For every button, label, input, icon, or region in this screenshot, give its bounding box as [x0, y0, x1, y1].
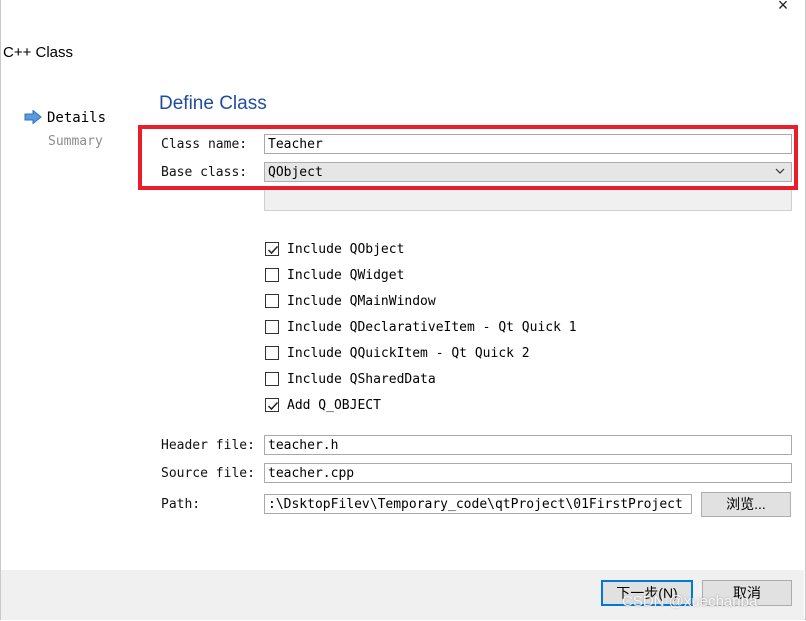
option-row[interactable]: Include QDeclarativeItem - Qt Quick 1 — [265, 318, 577, 336]
checkbox[interactable] — [265, 268, 279, 282]
option-label: Include QQuickItem - Qt Quick 2 — [287, 345, 530, 361]
source-file-label: Source file: — [161, 466, 255, 481]
checkbox[interactable] — [265, 346, 279, 360]
option-row[interactable]: Add Q_OBJECT — [265, 396, 381, 414]
checkbox[interactable] — [265, 372, 279, 386]
page-title: Define Class — [159, 93, 267, 114]
class-name-input[interactable]: Teacher — [264, 134, 792, 154]
step-details: Details — [47, 110, 107, 126]
source-file-input[interactable]: teacher.cpp — [264, 463, 792, 483]
close-icon[interactable]: × — [768, 0, 798, 14]
checkmark-icon — [267, 401, 279, 411]
watermark: CSDN @xuechanba — [622, 593, 758, 610]
option-label: Include QObject — [287, 241, 405, 257]
checkbox[interactable] — [265, 242, 279, 256]
step-summary: Summary — [48, 134, 103, 149]
chevron-down-icon — [775, 168, 785, 174]
base-class-value: QObject — [268, 165, 323, 180]
option-label: Include QDeclarativeItem - Qt Quick 1 — [287, 319, 577, 335]
option-row[interactable]: Include QSharedData — [265, 370, 436, 388]
checkbox[interactable] — [265, 294, 279, 308]
option-label: Add Q_OBJECT — [287, 397, 381, 413]
window-title: C++ Class — [3, 44, 74, 61]
header-file-input[interactable]: teacher.h — [264, 435, 792, 455]
option-row[interactable]: Include QQuickItem - Qt Quick 2 — [265, 344, 530, 362]
browse-button[interactable]: 浏览... — [701, 492, 791, 517]
checkbox[interactable] — [265, 320, 279, 334]
base-class-select[interactable]: QObject — [264, 162, 792, 182]
base-class-label: Base class: — [161, 165, 248, 180]
class-name-label: Class name: — [161, 137, 248, 152]
option-label: Include QWidget — [287, 267, 405, 283]
option-label: Include QSharedData — [287, 371, 436, 387]
option-label: Include QMainWindow — [287, 293, 436, 309]
checkmark-icon — [267, 245, 279, 255]
checkbox[interactable] — [265, 398, 279, 412]
option-row[interactable]: Include QMainWindow — [265, 292, 436, 310]
option-row[interactable]: Include QObject — [265, 240, 404, 258]
dialog-window — [0, 0, 806, 620]
arrow-right-icon — [24, 110, 42, 124]
path-label: Path: — [161, 497, 201, 512]
header-file-label: Header file: — [161, 438, 255, 453]
disabled-field — [264, 190, 792, 211]
option-row[interactable]: Include QWidget — [265, 266, 404, 284]
path-input[interactable]: :\DsktopFilev\Temporary_code\qtProject\0… — [264, 494, 692, 514]
